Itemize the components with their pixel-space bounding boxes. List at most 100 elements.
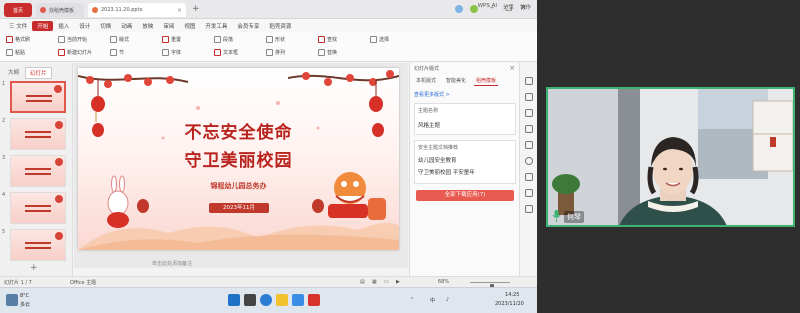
ribbon-tool-5[interactable]: 节 <box>110 49 124 56</box>
collab-button[interactable]: 协作 <box>520 3 531 11</box>
menu-item-0[interactable]: 三 文件 <box>4 21 32 31</box>
explorer-icon[interactable] <box>276 294 288 306</box>
tray-arrow-icon[interactable]: ⌃ <box>410 297 414 303</box>
ribbon-tool-7[interactable]: 字体 <box>162 49 181 56</box>
close-tab-icon[interactable]: × <box>177 7 182 14</box>
pane-tab-0[interactable]: 大纲 <box>4 67 23 79</box>
slide-thumbnail-row[interactable]: 2 <box>2 118 70 152</box>
cursor-icon[interactable] <box>525 77 533 85</box>
animation-icon[interactable] <box>525 125 533 133</box>
panel-close-icon[interactable]: × <box>509 64 515 72</box>
notes-placeholder[interactable]: 单击此处添加备注 <box>152 260 192 267</box>
add-slide-button[interactable]: + <box>30 263 38 273</box>
ribbon-tool-1[interactable]: 粘贴 <box>6 49 25 56</box>
more-layouts-link[interactable]: 查看更多版式 > <box>414 91 450 98</box>
ribbon-tool-10[interactable]: 形状 <box>266 36 285 43</box>
ribbon-tool-0[interactable]: 格式刷 <box>6 36 30 43</box>
slide-thumbnail[interactable] <box>10 192 66 224</box>
share-icon[interactable] <box>525 189 533 197</box>
slide-counter: 幻灯片 1 / 7 <box>4 280 32 286</box>
edge-icon[interactable] <box>260 294 272 306</box>
slide-thumbnail[interactable] <box>10 81 66 113</box>
microphone-icon[interactable] <box>552 210 561 222</box>
ribbon-tool-13[interactable]: 替换 <box>318 49 337 56</box>
slide-thumbnail[interactable] <box>10 229 66 261</box>
slide-thumbnail[interactable] <box>10 118 66 150</box>
view-sorter-icon[interactable]: ▦ <box>372 279 377 285</box>
volume-icon[interactable]: ♪ <box>446 297 449 303</box>
menu-item-10[interactable]: 会员专享 <box>232 21 264 31</box>
new-tab-button[interactable]: + <box>192 4 200 14</box>
slide-thumbnail[interactable] <box>10 155 66 187</box>
layout-icon[interactable] <box>525 109 533 117</box>
ribbon-tool-4[interactable]: 版式 <box>110 36 129 43</box>
start-icon[interactable] <box>228 294 240 306</box>
menu-item-2[interactable]: 插入 <box>53 21 74 31</box>
ime-indicator[interactable]: 中 <box>430 297 435 304</box>
avatar[interactable] <box>455 5 463 13</box>
clock-date[interactable]: 2023/11/20 <box>495 301 524 307</box>
slide-subtitle[interactable]: 锦程幼儿园总务办 <box>78 181 399 191</box>
ribbon-tool-14[interactable]: 选择 <box>370 36 389 43</box>
play-icon[interactable]: ▶ <box>396 279 400 285</box>
panel-tab-1[interactable]: 智能美化 <box>444 76 468 86</box>
weather-icon[interactable] <box>6 294 18 306</box>
slide[interactable]: 不忘安全使命 守卫美丽校园 锦程幼儿园总务办 2023年11月 <box>78 68 399 250</box>
share-button[interactable]: 分享 <box>503 3 514 11</box>
ribbon-tool-6[interactable]: 重置 <box>162 36 181 43</box>
slide-title-line1[interactable]: 不忘安全使命 <box>78 118 399 143</box>
slide-thumbnail-row[interactable]: 4 <box>2 192 70 226</box>
menu-item-6[interactable]: 放映 <box>137 21 158 31</box>
shape-icon[interactable] <box>525 173 533 181</box>
theme-box[interactable]: 主题名称 风格主题 <box>414 103 516 135</box>
panel-tab-0[interactable]: 本机版式 <box>414 76 438 86</box>
slide-title-line2[interactable]: 守卫美丽校园 <box>78 146 399 171</box>
layout-side-panel: 幻灯片版式 × 本机版式 智能美化 稻壳模板 查看更多版式 > 主题名称 风格主题 … <box>409 63 519 276</box>
slide-thumbnail-row[interactable]: 3 <box>2 155 70 189</box>
menu-item-7[interactable]: 审阅 <box>158 21 179 31</box>
wps-taskbar-icon[interactable] <box>308 294 320 306</box>
download-apply-button[interactable]: 全部下载应用(7) <box>416 190 514 201</box>
menu-item-4[interactable]: 切换 <box>95 21 116 31</box>
task-view-icon[interactable] <box>244 294 256 306</box>
participant-video-tile[interactable]: 何琴 <box>546 87 795 227</box>
menu-item-1[interactable]: 开始 <box>32 20 54 31</box>
panel-tab-2[interactable]: 稻壳模板 <box>474 76 499 86</box>
wps-ai-button[interactable]: WPS AI <box>478 3 497 11</box>
menu-item-8[interactable]: 视图 <box>179 21 200 31</box>
target-icon[interactable] <box>525 157 533 165</box>
menu-item-5[interactable]: 动画 <box>116 21 137 31</box>
desktop-screen: 首页 找稻壳模板 2023.11.20.pptx × + – ▢ ✕ 三 文件开… <box>0 0 537 313</box>
brush-icon[interactable] <box>525 93 533 101</box>
menu-item-11[interactable]: 稻壳资源 <box>264 21 296 31</box>
ribbon-tool-9[interactable]: 文本框 <box>214 49 238 56</box>
clock-time[interactable]: 14:25 <box>505 292 519 298</box>
menu-item-3[interactable]: 设计 <box>74 21 95 31</box>
ribbon-tool-12[interactable]: 查找 <box>318 36 337 43</box>
zoom-level[interactable]: 68% <box>438 279 449 285</box>
view-reading-icon[interactable]: ▭ <box>384 279 389 285</box>
slide-date-badge[interactable]: 2023年11月 <box>209 203 269 213</box>
tab-document[interactable]: 2023.11.20.pptx × <box>88 3 186 17</box>
view-normal-icon[interactable]: ▤ <box>360 279 365 285</box>
ribbon-tool-label: 当前开始 <box>67 37 88 43</box>
slide-thumbnail-row[interactable]: 5 <box>2 229 70 263</box>
zoom-slider[interactable] <box>470 282 510 290</box>
transition-icon[interactable] <box>525 141 533 149</box>
home-tab[interactable]: 首页 <box>4 3 32 17</box>
slide-thumbnail-number: 2 <box>2 118 6 124</box>
store-icon[interactable] <box>292 294 304 306</box>
recommend-box[interactable]: 安全主题文档推荐 幼儿园安全教育 守卫美丽校园 平安童年 <box>414 140 516 184</box>
settings-icon[interactable] <box>525 205 533 213</box>
ribbon-tool-8[interactable]: 段落 <box>214 36 233 43</box>
slide-thumbnail-row[interactable]: 1 <box>2 81 70 115</box>
tab-template[interactable]: 找稻壳模板 <box>36 3 84 17</box>
recommend-line1[interactable]: 幼儿园安全教育 <box>418 156 457 164</box>
ribbon-tool-11[interactable]: 排列 <box>266 49 285 56</box>
menu-item-9[interactable]: 开发工具 <box>200 21 232 31</box>
pane-tab-1[interactable]: 幻灯片 <box>25 67 52 79</box>
ribbon-tool-2[interactable]: 当前开始 <box>58 36 87 43</box>
ribbon-tool-3[interactable]: 新建幻灯片 <box>58 49 92 56</box>
recommend-line2[interactable]: 守卫美丽校园 平安童年 <box>418 168 475 176</box>
thumbnail-title-bar <box>25 205 51 207</box>
